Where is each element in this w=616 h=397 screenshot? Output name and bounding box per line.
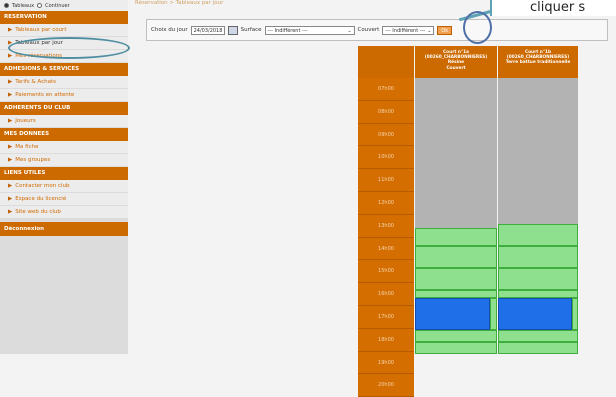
hour-label: 16h00 — [358, 283, 414, 306]
free-slot[interactable] — [415, 246, 497, 268]
free-slot[interactable] — [498, 246, 578, 268]
section-adherents: ADHERENTS DU CLUB — [0, 102, 128, 115]
hour-label: 18h00 — [358, 328, 414, 352]
court-1a-header: Court n°1a (00260_CHARBONNIERES) Résine … — [415, 46, 497, 78]
reserved-slot[interactable] — [498, 298, 572, 330]
triangle-icon: ▶ — [8, 144, 13, 150]
filter-toolbar: Choix du jour 24/03/2018 Surface --- Ind… — [146, 19, 608, 41]
surface-select-value: --- Indifférent --- — [267, 27, 308, 34]
radio-tableaux-label: Tableaux — [12, 2, 35, 9]
covered-select-value: --- Indifférent --- — [385, 27, 426, 34]
ok-button[interactable]: Ok — [437, 25, 453, 35]
triangle-icon: ▶ — [8, 27, 13, 33]
free-slot[interactable] — [498, 342, 578, 354]
section-mes-donnees: MES DONNEES — [0, 128, 128, 141]
section-reservation: RESERVATION — [0, 11, 128, 24]
radio-continuer[interactable] — [37, 3, 43, 8]
hour-label: 17h00 — [358, 305, 414, 329]
hour-label: 08h00 — [358, 100, 414, 124]
hour-label: 10h00 — [358, 146, 414, 170]
closed-slot — [498, 78, 578, 224]
triangle-icon: ▶ — [8, 79, 13, 85]
sidebar-item-label: Site web du club — [15, 209, 61, 215]
ok-highlight-circle — [463, 11, 492, 44]
hour-label: 12h00 — [358, 191, 414, 215]
date-input[interactable]: 24/03/2018 — [190, 25, 225, 35]
court-1b-header: Court n°1b (00260_CHARBONNIERES) Terre b… — [498, 46, 578, 78]
sidebar-item-site-web[interactable]: ▶ Site web du club — [0, 206, 128, 219]
hour-label: 15h00 — [358, 260, 414, 284]
free-slot[interactable] — [572, 298, 578, 330]
hour-label: 09h00 — [358, 123, 414, 147]
hour-label: 11h00 — [358, 169, 414, 192]
sidebar-item-contacter[interactable]: ▶ Contacter mon club — [0, 180, 128, 193]
free-slot[interactable] — [415, 290, 497, 298]
free-slot[interactable] — [498, 290, 578, 298]
triangle-icon: ▶ — [8, 196, 13, 202]
callout-text: cliquer s — [490, 0, 616, 16]
sidebar-item-label: Espace du licencié — [15, 196, 67, 202]
chevron-down-icon: ⌄ — [347, 27, 352, 34]
sidebar-item-label: Contacter mon club — [15, 183, 70, 189]
hour-label: 19h00 — [358, 351, 414, 375]
section-liens-utiles: LIENS UTILES — [0, 167, 128, 180]
sidebar-item-paiements[interactable]: ▶ Paiements en attente — [0, 89, 128, 102]
highlight-circle — [8, 37, 130, 59]
free-slot[interactable] — [490, 298, 497, 330]
hour-label: 20h00 — [358, 374, 414, 397]
triangle-icon: ▶ — [8, 92, 13, 98]
triangle-icon: ▶ — [8, 157, 13, 163]
sidebar-item-label: Joueurs — [15, 118, 36, 124]
sidebar-item-label: Tableaux par court — [15, 27, 67, 33]
hour-label: 14h00 — [358, 237, 414, 261]
view-radio-group: Tableaux Continuer — [0, 0, 128, 11]
free-slot[interactable] — [415, 330, 497, 342]
reserved-slot[interactable] — [415, 298, 490, 330]
free-slot[interactable] — [498, 268, 578, 290]
triangle-icon: ▶ — [8, 209, 13, 215]
sidebar-item-label: Ma fiche — [15, 144, 39, 150]
sidebar-item-label: Mes groupes — [15, 157, 51, 163]
hour-column: 07h00 08h00 09h00 10h00 11h00 12h00 13h0… — [358, 78, 414, 397]
triangle-icon: ▶ — [8, 183, 13, 189]
surface-label: Surface — [240, 27, 262, 33]
section-adhesions: ADHESIONS & SERVICES — [0, 63, 128, 76]
calendar-icon[interactable] — [227, 25, 238, 35]
free-slot[interactable] — [498, 330, 578, 342]
date-label: Choix du jour — [151, 27, 188, 33]
covered-label: Couvert — [357, 27, 380, 33]
court-1b-column — [498, 78, 578, 354]
covered-select[interactable]: --- Indifférent --- ⌄ — [382, 25, 435, 35]
sidebar-item-label: Tarifs & Achats — [15, 79, 56, 85]
sidebar-item-label: Paiements en attente — [15, 92, 75, 98]
hour-label: 07h00 — [358, 78, 414, 101]
surface-select[interactable]: --- Indifférent --- ⌄ — [264, 25, 355, 35]
free-slot[interactable] — [498, 224, 578, 246]
sidebar-item-joueurs[interactable]: ▶ Joueurs — [0, 115, 128, 128]
disconnect-link[interactable]: Déconnexion — [0, 222, 128, 236]
free-slot[interactable] — [415, 268, 497, 290]
hour-label: 13h00 — [358, 214, 414, 238]
free-slot[interactable] — [415, 228, 497, 246]
chevron-down-icon: ⌄ — [427, 27, 432, 34]
sidebar-item-mes-groupes[interactable]: ▶ Mes groupes — [0, 154, 128, 167]
sidebar-item-tarifs[interactable]: ▶ Tarifs & Achats — [0, 76, 128, 89]
corner-header — [358, 46, 414, 78]
sidebar-item-ma-fiche[interactable]: ▶ Ma fiche — [0, 141, 128, 154]
triangle-icon: ▶ — [8, 53, 13, 59]
free-slot[interactable] — [415, 342, 497, 354]
breadcrumb: Réservation > Tableaux par jour — [135, 0, 224, 6]
radio-continuer-label: Continuer — [45, 2, 70, 9]
sidebar-item-espace-licencie[interactable]: ▶ Espace du licencié — [0, 193, 128, 206]
court-1b-surface: Terre battue traditionnelle — [505, 60, 571, 66]
triangle-icon: ▶ — [8, 118, 13, 124]
sidebar-item-tableaux-par-court[interactable]: ▶ Tableaux par court — [0, 24, 128, 37]
court-schedule-grid: Court n°1a (00260_CHARBONNIERES) Résine … — [358, 46, 578, 397]
court-1a-column — [415, 78, 497, 354]
radio-tableaux[interactable] — [4, 3, 9, 8]
court-1a-covered: Couvert — [446, 65, 466, 71]
closed-slot — [415, 78, 497, 228]
